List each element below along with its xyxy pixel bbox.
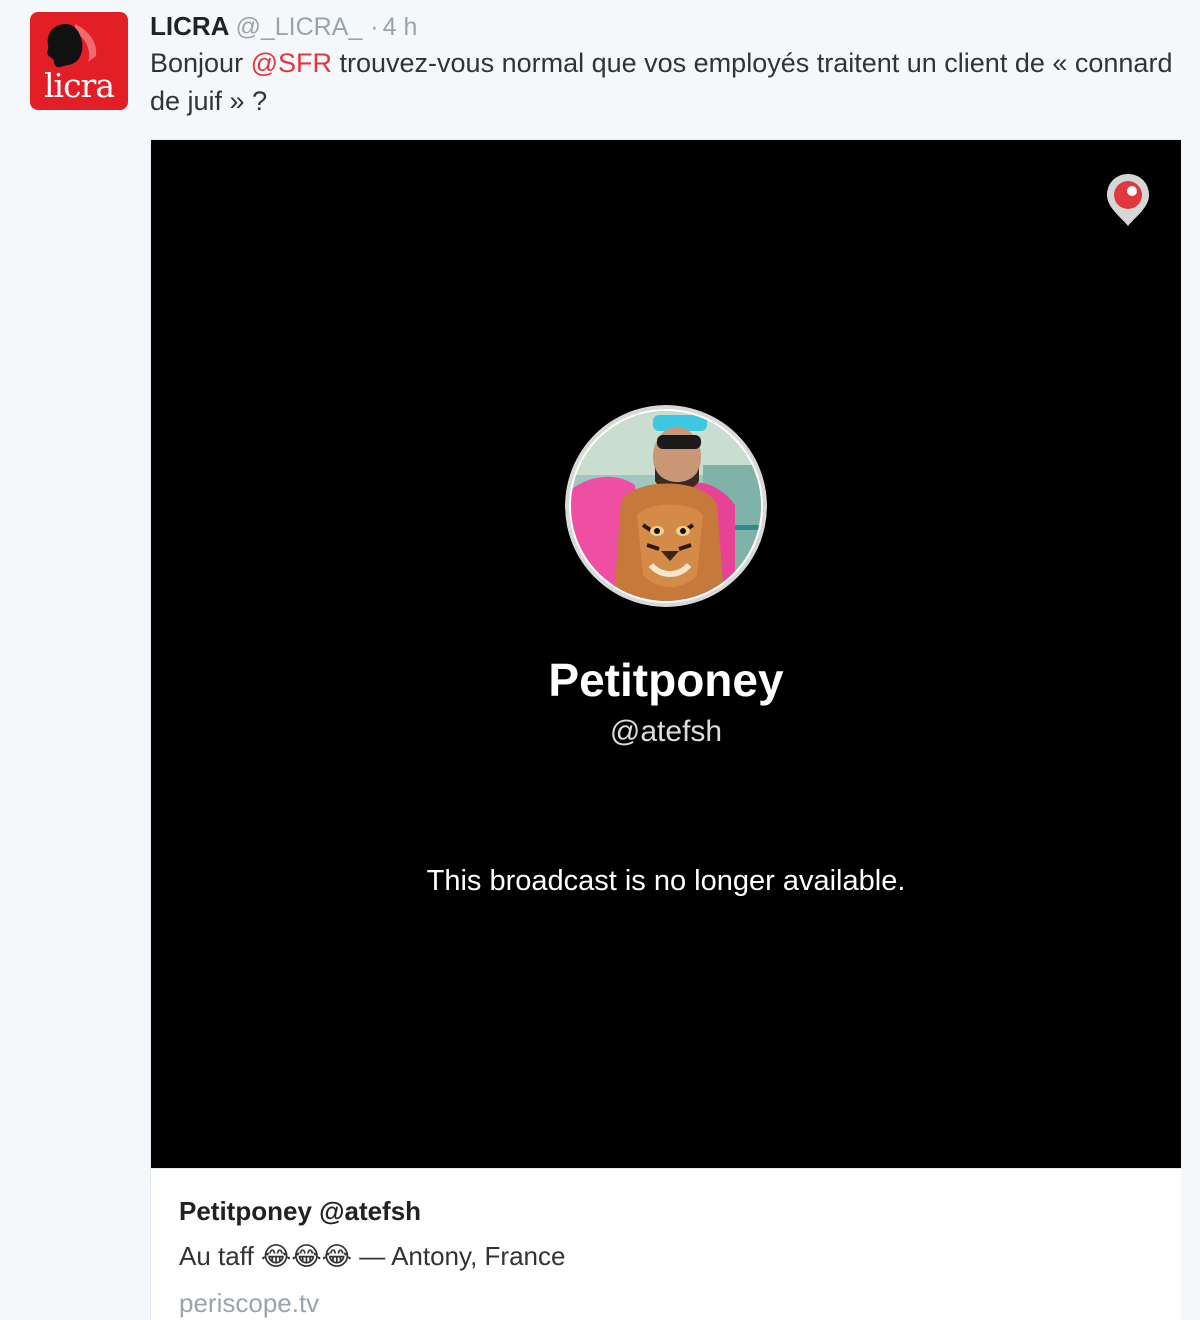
tweet-header: LICRA @_LICRA_ · 4 h (150, 10, 417, 42)
header-separator: · (370, 13, 379, 41)
broadcaster-handle: @atefsh (609, 715, 723, 748)
broadcaster-name: Petitponey (548, 654, 784, 706)
card-description: Au taff 😂😂😂 — Antony, France (179, 1241, 566, 1271)
mention-link[interactable]: @SFR (251, 48, 332, 78)
broadcaster-avatar (565, 405, 767, 607)
tweet-text-start: Bonjour (150, 48, 251, 78)
periscope-pin-icon (1107, 174, 1149, 226)
periscope-card[interactable]: Petitponey @atefsh This broadcast is no … (150, 139, 1181, 1320)
timestamp[interactable]: 4 h (383, 13, 418, 41)
broadcast-status-message: This broadcast is no longer available. (426, 865, 906, 897)
card-domain[interactable]: periscope.tv (179, 1285, 319, 1320)
avatar-wordmark: licra (43, 66, 115, 105)
screen-name[interactable]: @_LICRA_ (235, 13, 362, 41)
broadcaster-photo-icon (565, 405, 767, 607)
card-title[interactable]: Petitponey @atefsh (179, 1193, 421, 1229)
tweet: licra LICRA @_LICRA_ · 4 h Bonjour @SFR tro… (0, 0, 1200, 1320)
avatar[interactable]: licra (30, 12, 128, 110)
broadcast-player[interactable]: Petitponey @atefsh This broadcast is no … (151, 140, 1181, 1168)
tweet-text: Bonjour @SFR trouvez-vous normal que vos… (150, 44, 1180, 120)
card-footer[interactable]: Petitponey @atefsh Au taff 😂😂😂 — Antony,… (151, 1168, 1181, 1320)
display-name[interactable]: LICRA (150, 11, 229, 41)
